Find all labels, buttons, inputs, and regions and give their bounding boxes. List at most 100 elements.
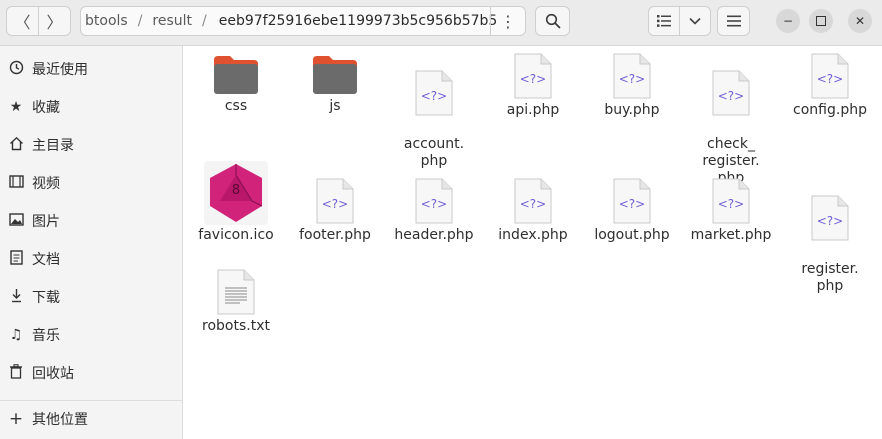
- svg-text:<?>: <?>: [817, 214, 843, 228]
- breadcrumb-item[interactable]: result: [148, 13, 196, 29]
- file-item[interactable]: <?> market.php: [683, 177, 779, 244]
- sidebar-item-label: 最近使用: [32, 62, 88, 78]
- file-item[interactable]: <?> account. php: [386, 52, 482, 187]
- svg-text:<?>: <?>: [718, 197, 744, 211]
- plus-icon: +: [8, 409, 24, 429]
- php-file-icon: <?>: [514, 53, 552, 99]
- close-button[interactable]: ✕: [848, 9, 872, 33]
- file-name: register. php: [801, 261, 859, 294]
- file-name: logout.php: [594, 227, 670, 243]
- home-icon: [7, 136, 25, 155]
- php-file-icon: <?>: [613, 53, 651, 99]
- chevron-left-icon: 〈: [14, 13, 31, 32]
- php-file-icon: <?>: [514, 178, 552, 224]
- file-name: robots.txt: [202, 318, 270, 334]
- breadcrumb: btools / result / eeb97f25916ebe1199973b…: [80, 6, 526, 36]
- minimize-button[interactable]: −: [776, 9, 800, 33]
- file-item[interactable]: <?> register. php: [782, 177, 878, 312]
- svg-text:<?>: <?>: [520, 72, 546, 86]
- minimize-icon: −: [782, 14, 794, 28]
- php-file-icon: <?>: [613, 178, 651, 224]
- vertical-dots-icon: ⋮: [500, 11, 516, 31]
- music-icon: ♫: [9, 327, 23, 343]
- favicon-icon: 8: [204, 161, 268, 225]
- sidebar-item-starred[interactable]: ★ 收藏: [0, 91, 182, 123]
- sidebar-item-pictures[interactable]: 图片: [0, 205, 182, 237]
- nav-buttons: 〈 〉: [6, 6, 71, 36]
- file-item[interactable]: <?> buy.php: [584, 52, 680, 119]
- image-icon: [7, 212, 25, 230]
- file-name: buy.php: [604, 102, 660, 118]
- view-options-button[interactable]: [679, 7, 710, 35]
- php-file-icon: <?>: [712, 178, 750, 224]
- sidebar-item-music[interactable]: ♫ 音乐: [0, 319, 182, 351]
- sidebar-item-other-locations[interactable]: + 其他位置: [0, 403, 182, 435]
- php-file-icon: <?>: [811, 195, 849, 241]
- star-icon: ★: [9, 99, 23, 115]
- sidebar-item-label: 文档: [32, 252, 60, 268]
- sidebar-item-videos[interactable]: 视频: [0, 167, 182, 199]
- sidebar-item-trash[interactable]: 回收站: [0, 357, 182, 389]
- file-name: index.php: [498, 227, 568, 243]
- sidebar-item-downloads[interactable]: 下载: [0, 281, 182, 313]
- file-item[interactable]: <?> index.php: [485, 177, 581, 244]
- php-file-icon: <?>: [712, 70, 750, 116]
- php-file-icon: <?>: [415, 70, 453, 116]
- sidebar-item-label: 主目录: [32, 138, 74, 154]
- svg-text:8: 8: [232, 183, 240, 198]
- file-item[interactable]: 8 favicon.ico: [188, 161, 284, 244]
- file-item[interactable]: robots.txt: [188, 268, 284, 335]
- breadcrumb-item[interactable]: btools: [81, 13, 132, 29]
- file-name: header.php: [394, 227, 474, 243]
- svg-text:<?>: <?>: [817, 72, 843, 86]
- php-file-icon: <?>: [811, 53, 849, 99]
- sidebar: 最近使用 ★ 收藏 主目录 视频 图片 文档 下载 ♫ 音乐 回收站 + 其他位…: [0, 46, 183, 439]
- maximize-button[interactable]: [809, 9, 833, 33]
- sidebar-item-documents[interactable]: 文档: [0, 243, 182, 275]
- file-item[interactable]: css: [188, 54, 284, 115]
- file-item[interactable]: js: [287, 54, 383, 115]
- breadcrumb-current[interactable]: eeb97f25916ebe1199973b5c956b57b5: [213, 13, 504, 29]
- breadcrumb-separator: /: [137, 13, 143, 29]
- file-item[interactable]: <?> api.php: [485, 52, 581, 119]
- search-button[interactable]: [535, 6, 570, 36]
- file-name: config.php: [793, 102, 867, 118]
- sidebar-item-label: 回收站: [32, 366, 74, 382]
- forward-button[interactable]: 〉: [38, 7, 70, 35]
- file-item[interactable]: <?> footer.php: [287, 177, 383, 244]
- close-icon: ✕: [854, 14, 866, 28]
- file-item[interactable]: <?> config.php: [782, 52, 878, 119]
- file-name: market.php: [690, 227, 772, 243]
- breadcrumb-separator: /: [202, 13, 207, 29]
- sidebar-item-home[interactable]: 主目录: [0, 129, 182, 161]
- svg-text:<?>: <?>: [619, 72, 645, 86]
- document-icon: [7, 249, 25, 269]
- search-icon: [545, 13, 560, 29]
- chevron-right-icon: 〉: [46, 13, 63, 32]
- sidebar-item-label: 视频: [32, 176, 60, 192]
- svg-text:<?>: <?>: [619, 197, 645, 211]
- file-grid: css js <?> account. php <?> api.php <?> …: [183, 46, 882, 439]
- main-menu-button[interactable]: [717, 6, 750, 36]
- sidebar-item-label: 其他位置: [32, 412, 88, 428]
- clock-icon: [7, 60, 25, 79]
- hamburger-menu-icon: [726, 15, 741, 27]
- file-item[interactable]: <?> header.php: [386, 177, 482, 244]
- sidebar-item-recent[interactable]: 最近使用: [0, 53, 182, 85]
- back-button[interactable]: 〈: [7, 7, 38, 35]
- maximize-icon: [816, 16, 826, 26]
- file-name: js: [329, 98, 341, 114]
- file-item[interactable]: <?> logout.php: [584, 177, 680, 244]
- chevron-down-icon: [689, 17, 701, 25]
- svg-text:<?>: <?>: [520, 197, 546, 211]
- file-name: favicon.ico: [198, 227, 274, 243]
- file-name: api.php: [506, 102, 560, 118]
- php-file-icon: <?>: [415, 178, 453, 224]
- list-view-button[interactable]: [649, 7, 679, 35]
- path-menu-button[interactable]: ⋮: [490, 7, 525, 35]
- sidebar-item-label: 音乐: [32, 328, 60, 344]
- svg-text:<?>: <?>: [718, 89, 744, 103]
- download-icon: [7, 288, 25, 307]
- list-view-icon: [657, 15, 671, 27]
- file-name: account. php: [403, 136, 465, 169]
